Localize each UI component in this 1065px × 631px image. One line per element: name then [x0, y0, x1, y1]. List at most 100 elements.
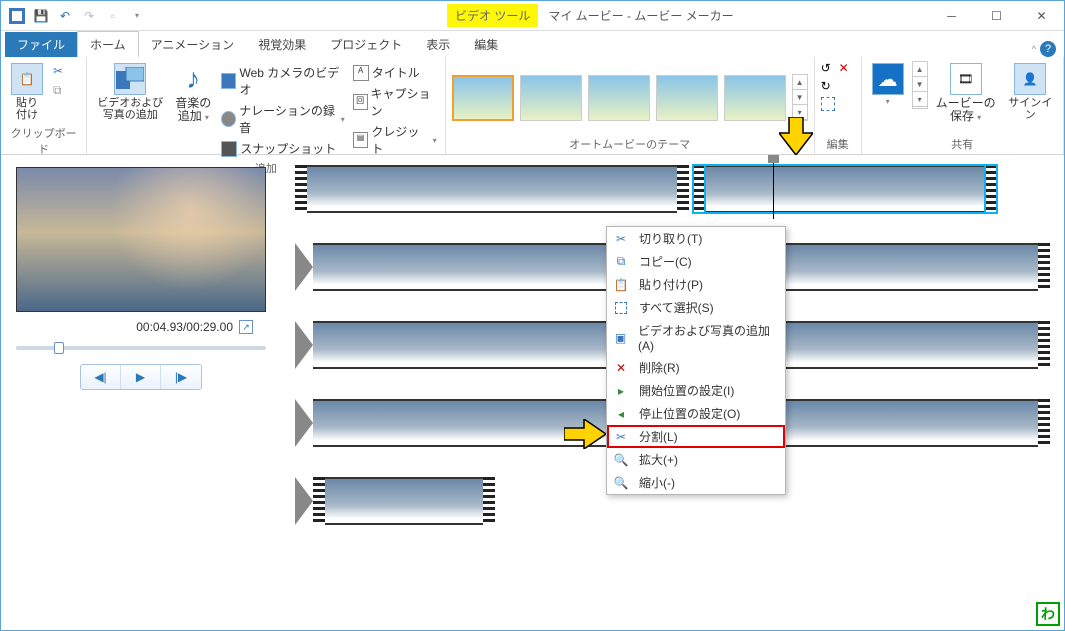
- fullscreen-icon[interactable]: ↗: [239, 320, 253, 334]
- credits-button[interactable]: ▤クレジット ▾: [351, 122, 439, 158]
- ribbon-tabs: ファイル ホーム アニメーション 視覚効果 プロジェクト 表示 編集 ^?: [1, 31, 1064, 57]
- ctx-add-media[interactable]: ▣ビデオおよび写真の追加(A): [607, 319, 785, 356]
- theme-thumb-2[interactable]: [520, 75, 582, 121]
- ribbon-themes-label: オートムービーのテーマ: [452, 134, 808, 152]
- timeline-track-5[interactable]: [295, 477, 495, 525]
- minimize-button[interactable]: ─: [929, 1, 974, 31]
- time-display: 00:04.93/00:29.00: [136, 320, 233, 334]
- theme-thumb-1[interactable]: [452, 75, 514, 121]
- rotate-left-icon[interactable]: ↺: [821, 61, 837, 77]
- zoom-out-icon: 🔍: [613, 475, 629, 491]
- title-icon: A: [353, 65, 369, 81]
- ribbon-edit-label: 編集: [821, 134, 855, 152]
- zoom-in-icon: 🔍: [613, 452, 629, 468]
- ctx-cut[interactable]: ✂切り取り(T): [607, 227, 785, 250]
- tab-project[interactable]: プロジェクト: [318, 32, 414, 57]
- context-menu: ✂切り取り(T) ⧉コピー(C) 📋貼り付け(P) すべて選択(S) ▣ビデオお…: [606, 226, 786, 495]
- end-point-icon: ◂: [613, 406, 629, 422]
- ctx-paste[interactable]: 📋貼り付け(P): [607, 273, 785, 296]
- narration-button[interactable]: ナレーションの録音 ▾: [219, 101, 346, 137]
- close-button[interactable]: ✕: [1019, 1, 1064, 31]
- ribbon-group-share: ☁ ▾ ▲▼▾ 🎞 ムービーの 保存 ▾ 👤 サインイン 共有: [862, 57, 1064, 154]
- quick-access-toolbar: 💾 ↶ ↷ ▫ ▾: [1, 6, 147, 26]
- ribbon-clipboard-label: クリップボード: [7, 123, 80, 157]
- save-movie-button[interactable]: 🎞 ムービーの 保存 ▾: [932, 61, 1000, 134]
- delete-icon[interactable]: ✕: [839, 61, 855, 77]
- undo-icon[interactable]: ↶: [55, 6, 75, 26]
- ctx-set-start[interactable]: ▸開始位置の設定(I): [607, 379, 785, 402]
- add-music-button[interactable]: ♪ 音楽の 追加 ▾: [171, 61, 215, 158]
- ribbon-group-themes: ▲▼▾ オートムービーのテーマ: [446, 57, 815, 154]
- new-icon[interactable]: ▫: [103, 6, 123, 26]
- scissors-icon: ✂: [613, 231, 629, 247]
- caption-icon: 回: [353, 94, 368, 110]
- ctx-split[interactable]: ✂分割(L): [607, 425, 785, 448]
- copy-button[interactable]: ⧉: [51, 82, 65, 99]
- ctx-zoom-out[interactable]: 🔍縮小(-): [607, 471, 785, 494]
- save-movie-icon: 🎞: [950, 63, 982, 95]
- ctx-select-all[interactable]: すべて選択(S): [607, 296, 785, 319]
- tab-home[interactable]: ホーム: [77, 31, 139, 57]
- delete-icon: ✕: [613, 360, 629, 376]
- scroll-up-icon[interactable]: ▲: [793, 75, 807, 90]
- ribbon-group-add: ビデオおよび 写真の追加 ♪ 音楽の 追加 ▾ Web カメラのビデオ ナレーシ…: [87, 57, 445, 154]
- webcam-button[interactable]: Web カメラのビデオ: [219, 63, 346, 99]
- theme-scroll[interactable]: ▲▼▾: [792, 74, 808, 121]
- tab-view[interactable]: 表示: [414, 32, 462, 57]
- ribbon-group-clipboard: 📋 貼り 付け ✂ ⧉ クリップボード: [1, 57, 87, 154]
- help-button[interactable]: ^?: [1032, 41, 1056, 57]
- redo-icon[interactable]: ↷: [79, 6, 99, 26]
- scroll-down-icon[interactable]: ▼: [793, 90, 807, 105]
- ctx-copy[interactable]: ⧉コピー(C): [607, 250, 785, 273]
- playhead[interactable]: [773, 157, 774, 219]
- transport-controls: ◀| ▶ |▶: [80, 364, 202, 390]
- video-tools-tab-label: ビデオ ツール: [447, 4, 538, 27]
- select-all-icon[interactable]: [821, 97, 835, 111]
- paste-button[interactable]: 📋 貼り 付け: [7, 61, 47, 123]
- seek-slider[interactable]: [16, 346, 266, 350]
- prev-frame-button[interactable]: ◀|: [81, 365, 121, 389]
- maximize-button[interactable]: ☐: [974, 1, 1019, 31]
- signin-icon: 👤: [1014, 63, 1046, 95]
- theme-thumb-5[interactable]: [724, 75, 786, 121]
- share-scroll[interactable]: ▲▼▾: [912, 61, 928, 109]
- theme-thumb-3[interactable]: [588, 75, 650, 121]
- preview-video[interactable]: [16, 167, 266, 312]
- timeline-track-1[interactable]: [295, 165, 1050, 213]
- app-icon[interactable]: [7, 6, 27, 26]
- play-button[interactable]: ▶: [121, 365, 161, 389]
- titlebar: 💾 ↶ ↷ ▫ ▾ ビデオ ツール マイ ムービー - ムービー メーカー ─ …: [1, 1, 1064, 31]
- title-button[interactable]: Aタイトル: [351, 63, 439, 82]
- ribbon-group-edit: ↺✕ ↻ 編集: [815, 57, 862, 154]
- signin-button[interactable]: 👤 サインイン: [1004, 61, 1057, 134]
- save-icon[interactable]: 💾: [31, 6, 51, 26]
- webcam-icon: [221, 73, 236, 89]
- theme-thumb-4[interactable]: [656, 75, 718, 121]
- ribbon: 📋 貼り 付け ✂ ⧉ クリップボード ビデオおよび 写真の追加 ♪ 音楽の 追…: [1, 57, 1064, 155]
- qat-dropdown-icon[interactable]: ▾: [127, 6, 147, 26]
- window-title: マイ ムービー - ムービー メーカー: [548, 7, 733, 24]
- tab-animation[interactable]: アニメーション: [139, 32, 247, 57]
- add-media-button[interactable]: ビデオおよび 写真の追加: [93, 61, 167, 158]
- watermark-badge: わ: [1036, 602, 1060, 626]
- next-frame-button[interactable]: |▶: [161, 365, 201, 389]
- onedrive-icon: ☁: [872, 63, 904, 95]
- start-point-icon: ▸: [613, 383, 629, 399]
- onedrive-button[interactable]: ☁ ▾: [868, 61, 908, 134]
- time-display-row: 00:04.93/00:29.00 ↗: [136, 320, 253, 334]
- copy-icon: ⧉: [613, 254, 629, 270]
- tab-file[interactable]: ファイル: [5, 32, 77, 57]
- preview-pane: 00:04.93/00:29.00 ↗ ◀| ▶ |▶: [1, 155, 281, 630]
- caption-button[interactable]: 回キャプション: [351, 84, 439, 120]
- ctx-set-end[interactable]: ◂停止位置の設定(O): [607, 402, 785, 425]
- window-controls: ─ ☐ ✕: [929, 1, 1064, 31]
- ctx-remove[interactable]: ✕削除(R): [607, 356, 785, 379]
- select-all-icon: [613, 300, 629, 316]
- tab-visual-effects[interactable]: 視覚効果: [246, 32, 318, 57]
- rotate-right-icon[interactable]: ↻: [821, 79, 837, 95]
- ctx-zoom-in[interactable]: 🔍拡大(+): [607, 448, 785, 471]
- cut-button[interactable]: ✂: [51, 63, 65, 79]
- seek-thumb[interactable]: [54, 342, 64, 354]
- tab-edit[interactable]: 編集: [462, 32, 510, 57]
- annotation-arrow-down: [779, 117, 813, 155]
